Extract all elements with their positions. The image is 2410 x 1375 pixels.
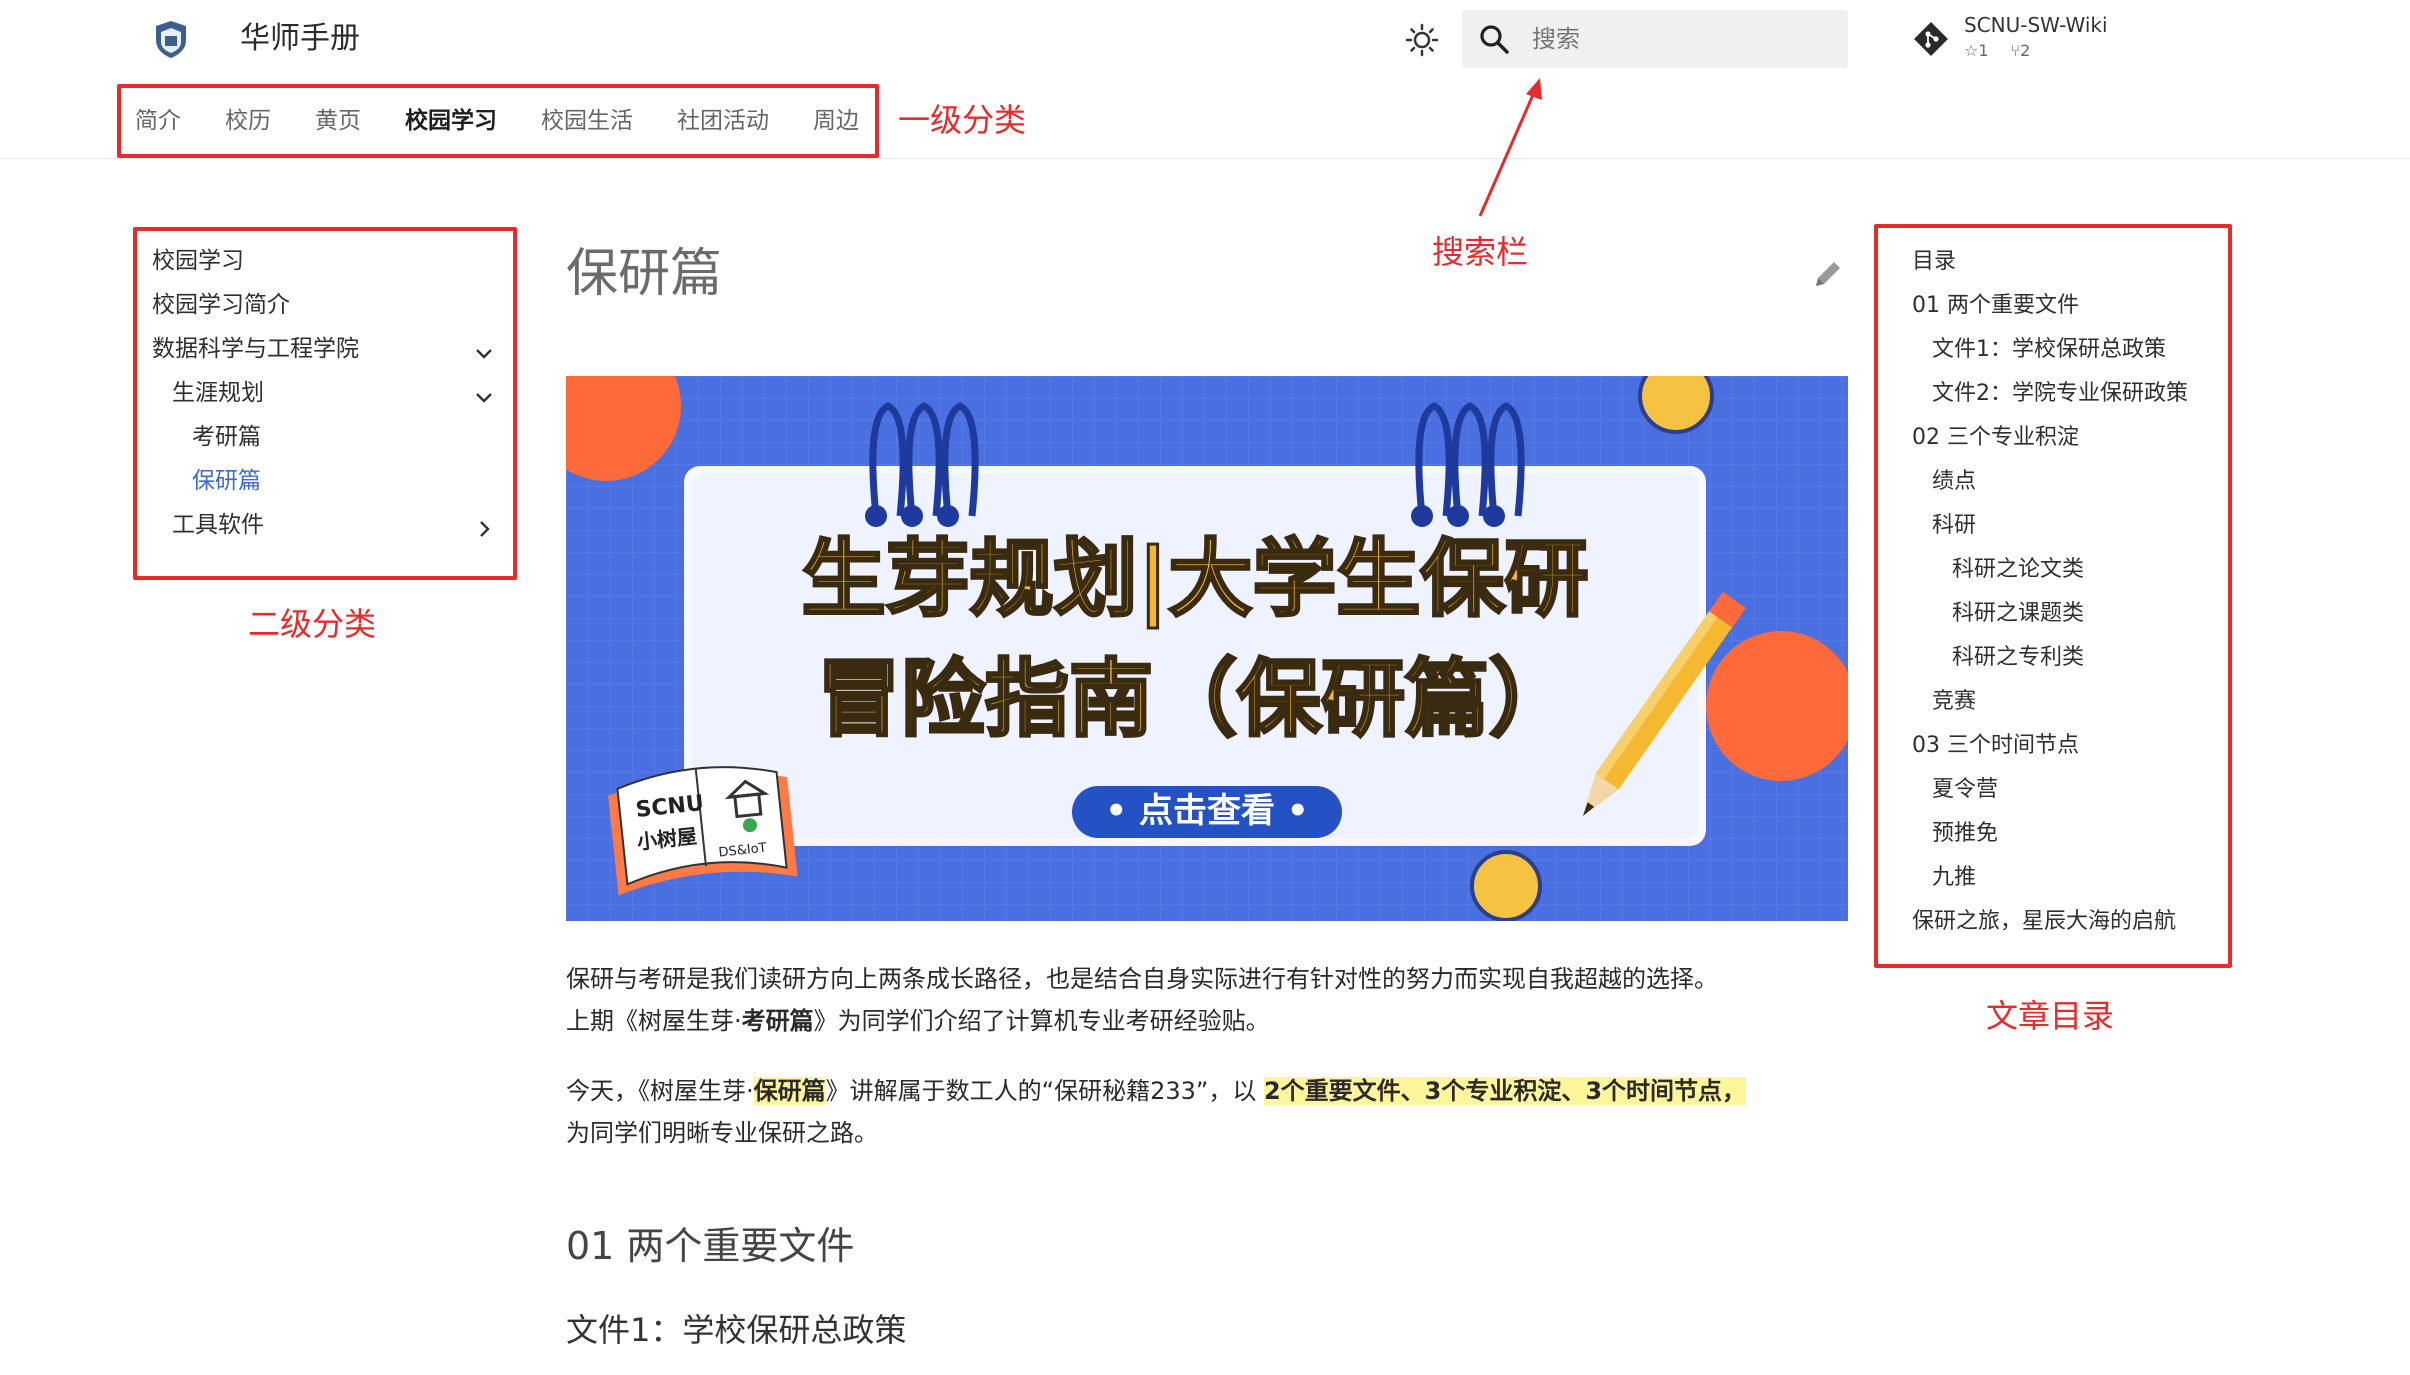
table-of-contents: 目录 01 两个重要文件 文件1：学校保研总政策 文件2：学院专业保研政策 02…	[1912, 246, 2232, 946]
sidebar-item-baoyan[interactable]: 保研篇	[192, 465, 261, 497]
paragraph-2-line-1: 今天，《树屋生芽·保研篇》讲解属于数工人的“保研秘籍233”，以 2个重要文件、…	[566, 1077, 1747, 1105]
page-title: 保研篇	[566, 244, 723, 304]
toc-item[interactable]: 文件2：学院专业保研政策	[1932, 378, 2188, 410]
article-paragraph-1: 保研与考研是我们读研方向上两条成长路径，也是结合自身实际进行有针对性的努力而实现…	[566, 958, 1866, 1042]
repo-forks: ⑂2	[2010, 41, 2031, 60]
toc-item[interactable]: 文件1：学校保研总政策	[1932, 334, 2166, 366]
chevron-down-icon[interactable]	[472, 341, 496, 365]
annotation-label-level2: 二级分类	[248, 605, 377, 643]
toc-item[interactable]: 03 三个时间节点	[1912, 730, 2079, 762]
repo-stats: ☆1 ⑂2	[1964, 40, 2030, 62]
search-icon[interactable]	[1477, 22, 1511, 56]
site-title[interactable]: 华师手册	[240, 18, 360, 60]
git-repo-icon[interactable]	[1912, 20, 1950, 58]
toc-title: 目录	[1912, 249, 1957, 274]
annotation-label-toc: 文章目录	[1986, 997, 2115, 1035]
sidebar-item-campus-study[interactable]: 校园学习	[152, 245, 244, 277]
banner-cta-button[interactable]: • 点击查看 •	[1105, 791, 1308, 831]
subsection-heading: 文件1：学校保研总政策	[566, 1311, 907, 1349]
sidebar-item-campus-study-intro[interactable]: 校园学习简介	[152, 289, 290, 321]
sidebar-item-data-science-school[interactable]: 数据科学与工程学院	[152, 333, 359, 365]
banner-illustration: 生芽规划|大学生保研 冒险指南（保研篇） • 点击查看 • SCNU 小树屋 D…	[566, 376, 1848, 921]
edit-icon[interactable]	[1810, 256, 1846, 292]
annotation-box-level1	[117, 84, 879, 158]
fork-icon: ⑂	[2010, 41, 2021, 60]
toc-item[interactable]: 保研之旅，星辰大海的启航	[1912, 906, 2176, 938]
toc-item[interactable]: 夏令营	[1932, 774, 1998, 806]
toc-item[interactable]: 科研之课题类	[1952, 598, 2084, 630]
secondary-nav: 校园学习 校园学习简介 数据科学与工程学院 生涯规划 考研篇 保研篇 工具软件	[152, 245, 512, 545]
toc-item[interactable]: 预推免	[1932, 818, 1998, 850]
article-paragraph-2: 今天，《树屋生芽·保研篇》讲解属于数工人的“保研秘籍233”，以 2个重要文件、…	[566, 1070, 1866, 1154]
toc-item[interactable]: 科研	[1932, 510, 1976, 542]
toc-item[interactable]: 02 三个专业积淀	[1912, 422, 2079, 454]
site-logo-icon[interactable]	[150, 18, 192, 60]
toc-item[interactable]: 科研之专利类	[1952, 642, 2084, 674]
annotation-arrow-search	[1478, 78, 1542, 217]
repo-stars: ☆1	[1964, 41, 1989, 60]
sidebar-item-tools[interactable]: 工具软件	[172, 509, 264, 541]
theme-toggle-icon[interactable]	[1404, 22, 1440, 58]
toc-item[interactable]: 科研之论文类	[1952, 554, 2084, 586]
toc-item[interactable]: 竞赛	[1932, 686, 1976, 718]
annotation-label-search: 搜索栏	[1432, 233, 1529, 271]
paragraph-1-line-2: 上期《树屋生芽·考研篇》为同学们介绍了计算机专业考研经验贴。	[566, 1007, 1270, 1035]
search-bar[interactable]	[1462, 10, 1848, 68]
article-banner: 生芽规划|大学生保研 冒险指南（保研篇） • 点击查看 • SCNU 小树屋 D…	[566, 376, 1848, 921]
annotation-label-level1: 一级分类	[898, 101, 1027, 139]
chevron-right-icon[interactable]	[472, 517, 496, 541]
sidebar-item-kaoyan[interactable]: 考研篇	[192, 421, 261, 453]
header-divider	[0, 158, 2410, 159]
star-icon: ☆	[1964, 41, 1979, 60]
toc-item[interactable]: 九推	[1932, 862, 1976, 894]
toc-item[interactable]: 01 两个重要文件	[1912, 290, 2079, 322]
toc-item[interactable]: 绩点	[1932, 466, 1976, 498]
banner-headline-1: 生芽规划|大学生保研	[802, 530, 1589, 628]
chevron-down-icon[interactable]	[472, 385, 496, 409]
paragraph-1-line-1: 保研与考研是我们读研方向上两条成长路径，也是结合自身实际进行有针对性的努力而实现…	[566, 965, 1718, 993]
sidebar-item-career-planning[interactable]: 生涯规划	[172, 377, 264, 409]
repo-name[interactable]: SCNU-SW-Wiki	[1964, 12, 2108, 38]
section-heading: 01 两个重要文件	[566, 1224, 855, 1268]
paragraph-2-line-2: 为同学们明晰专业保研之路。	[566, 1119, 878, 1147]
search-input[interactable]: 搜索	[1532, 24, 1580, 54]
banner-headline-2: 冒险指南（保研篇）	[817, 650, 1573, 748]
